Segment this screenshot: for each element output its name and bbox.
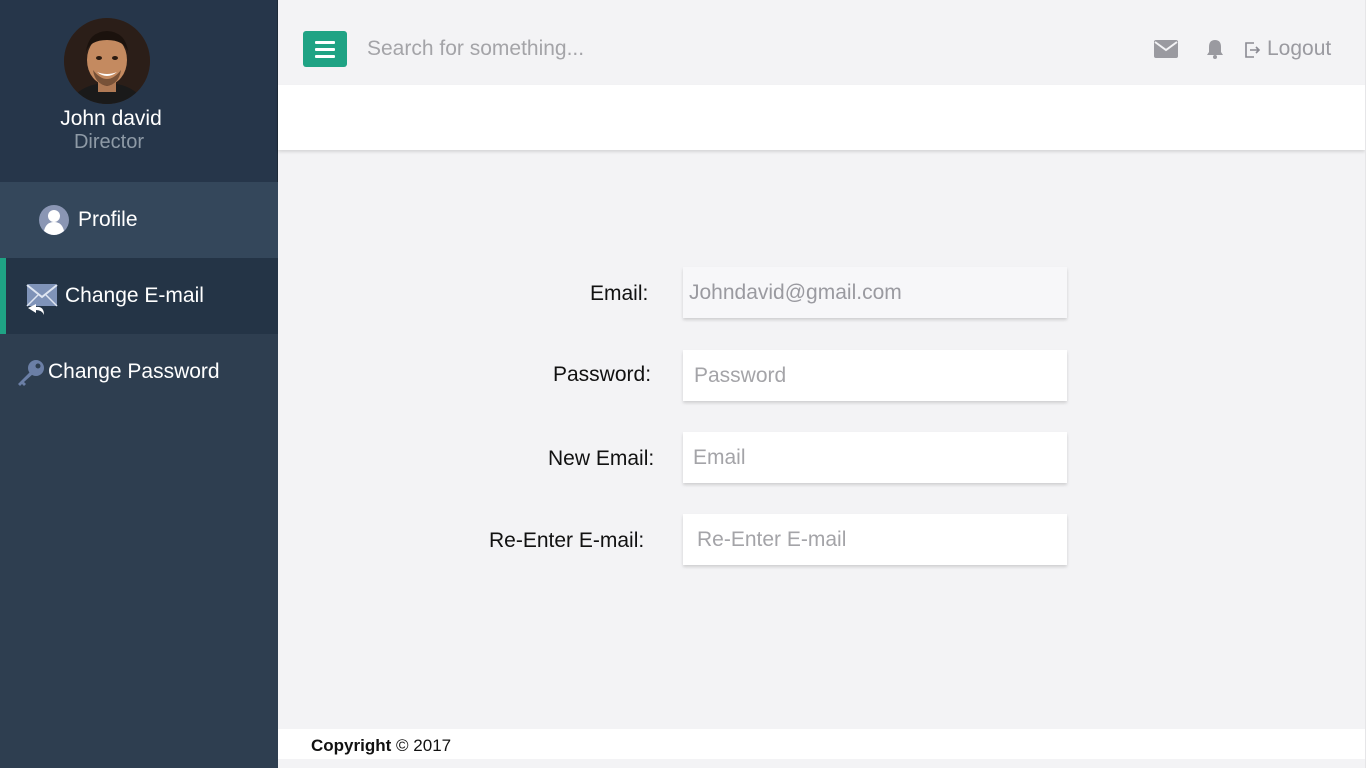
sidebar-item-profile[interactable]: Profile (0, 182, 278, 258)
top-bar: Logout (278, 0, 1366, 85)
sidebar-item-change-email[interactable]: Change E-mail (0, 258, 278, 334)
sidebar-item-label: Profile (78, 208, 138, 231)
footer: Copyright © 2017 (278, 729, 1365, 759)
avatar[interactable] (64, 18, 150, 104)
key-icon (16, 358, 46, 393)
logout-label: Logout (1267, 37, 1332, 60)
reenter-email-field[interactable] (683, 514, 1067, 565)
menu-icon (315, 41, 335, 44)
sidebar-item-change-password[interactable]: Change Password (0, 334, 278, 410)
copyright-text: Copyright © 2017 (311, 736, 451, 756)
copyright-symbol: © (396, 736, 409, 755)
logout-icon (1244, 41, 1262, 64)
search-input[interactable] (360, 30, 860, 68)
sidebar-item-label: Change E-mail (65, 284, 204, 307)
envelope-icon[interactable] (1154, 40, 1178, 63)
copyright-year: 2017 (413, 736, 452, 755)
menu-icon-bar (315, 48, 335, 51)
menu-icon-bar (315, 55, 335, 58)
sidebar: John david Director Profile Change E-mai… (0, 0, 278, 768)
sidebar-item-label: Change Password (48, 360, 220, 383)
user-profile-block: John david Director (0, 0, 278, 182)
mail-reply-icon (24, 282, 58, 321)
current-email-field (683, 267, 1067, 318)
new-email-field[interactable] (683, 432, 1067, 483)
bell-icon[interactable] (1206, 39, 1224, 64)
user-icon (38, 204, 70, 241)
copyright-label: Copyright (311, 736, 392, 755)
active-indicator (0, 258, 6, 334)
avatar-image (64, 18, 150, 104)
email-label: Email: (590, 282, 649, 305)
user-role: Director (73, 131, 144, 153)
password-field[interactable] (683, 350, 1067, 401)
content-header-band (278, 85, 1365, 150)
user-name: John david (60, 107, 162, 130)
menu-toggle-button[interactable] (303, 31, 347, 67)
reenter-email-label: Re-Enter E-mail: (489, 529, 645, 552)
new-email-label: New Email: (548, 447, 655, 470)
password-label: Password: (553, 363, 652, 386)
